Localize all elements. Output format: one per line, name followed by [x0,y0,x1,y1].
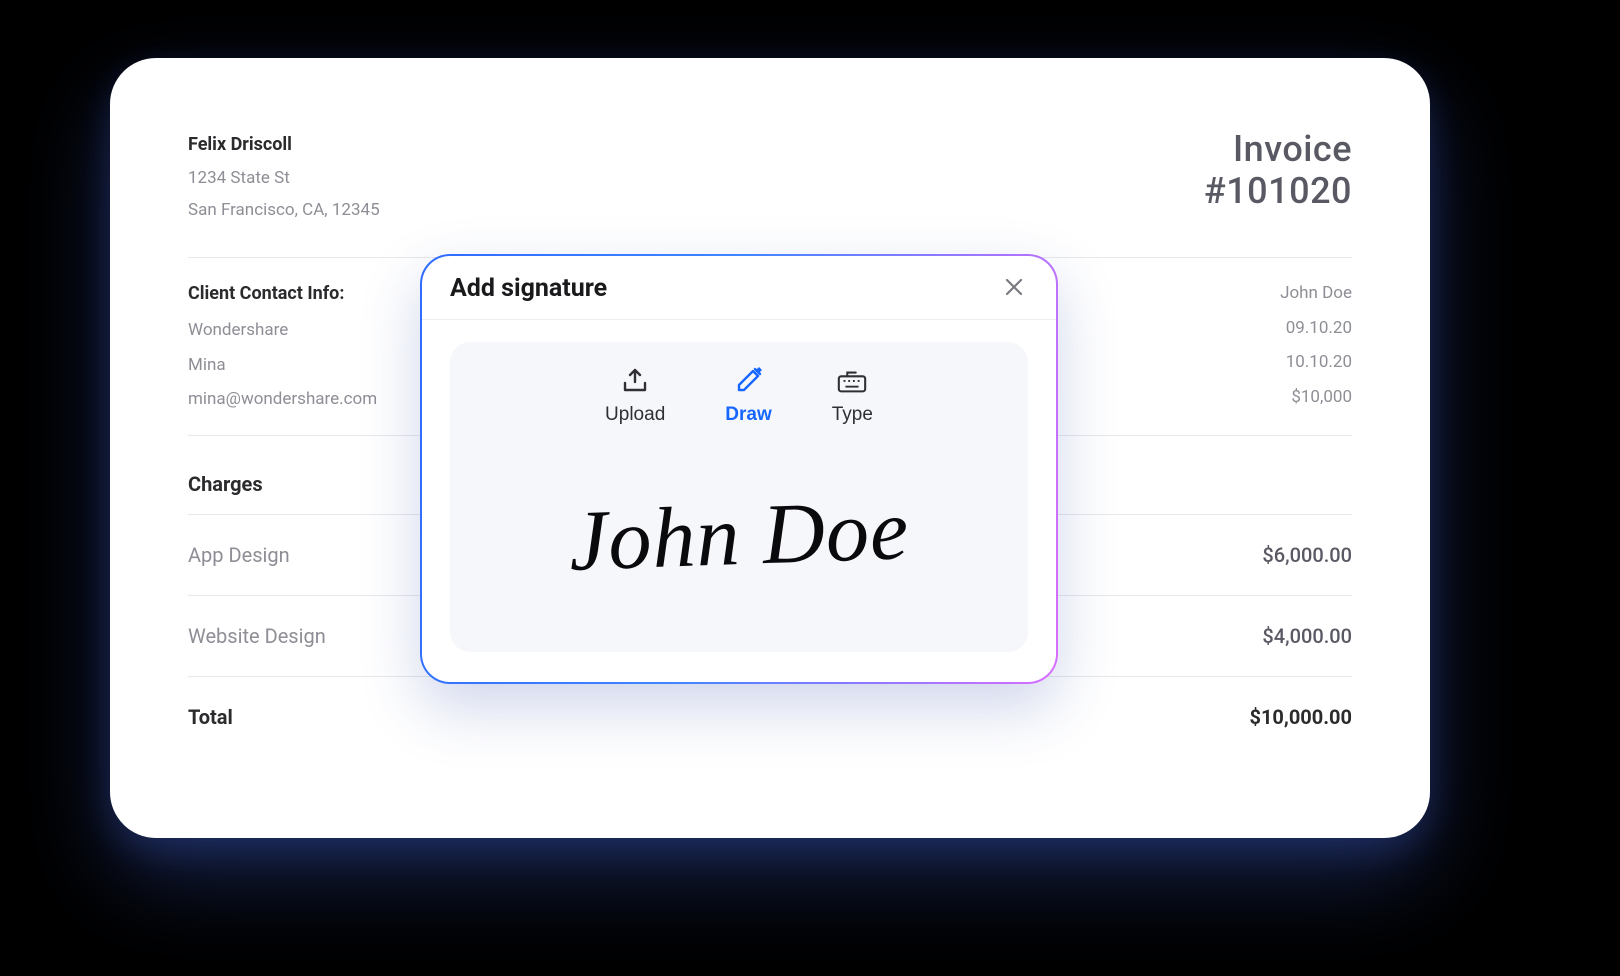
sender-address-1: 1234 State St [188,162,380,194]
signature-canvas[interactable]: John Doe [471,427,1008,643]
upload-icon [619,366,651,396]
modal-header: Add signature [422,256,1056,320]
tab-upload[interactable]: Upload [605,366,665,426]
close-button[interactable] [1000,275,1028,303]
total-value: $10,000.00 [1249,705,1352,729]
sender-name: Felix Driscoll [188,128,380,162]
signature-tabs: Upload Draw [605,366,873,426]
signature-modal: Add signature Upl [420,254,1058,684]
meta-date-due: 10.10.20 [1280,345,1352,380]
modal-title: Add signature [450,274,607,303]
charge-label: Website Design [188,624,326,648]
charge-value: $4,000.00 [1262,624,1352,648]
meta-amount: $10,000 [1280,380,1352,415]
meta-name: John Doe [1280,276,1352,311]
signature-modal-inner: Add signature Upl [422,256,1056,682]
client-company: Wondershare [188,313,377,348]
draw-icon [733,366,765,396]
client-contact-name: Mina [188,348,377,383]
modal-body: Upload Draw [422,320,1056,682]
total-label: Total [188,705,233,729]
invoice-meta-block: John Doe 09.10.20 10.10.20 $10,000 [1280,276,1352,415]
keyboard-icon [836,366,868,396]
tab-type[interactable]: Type [832,366,873,426]
client-block: Client Contact Info: Wondershare Mina mi… [188,276,377,417]
client-contact-title: Client Contact Info: [188,276,377,313]
invoice-number: #101020 [1204,170,1352,212]
tab-type-label: Type [832,404,873,426]
total-row: Total $10,000.00 [188,676,1352,757]
charge-label: App Design [188,543,290,567]
invoice-label: Invoice [1204,128,1352,170]
tab-draw-label: Draw [725,404,771,426]
tab-upload-label: Upload [605,404,665,426]
sender-block: Felix Driscoll 1234 State St San Francis… [188,128,380,227]
tab-draw[interactable]: Draw [725,366,771,426]
close-icon [1004,277,1024,300]
signature-panel: Upload Draw [450,342,1028,652]
client-email: mina@wondershare.com [188,382,377,417]
charge-value: $6,000.00 [1262,543,1352,567]
invoice-title-block: Invoice #101020 [1204,128,1352,212]
invoice-header: Felix Driscoll 1234 State St San Francis… [188,128,1352,227]
meta-date-issued: 09.10.20 [1280,311,1352,346]
sender-address-2: San Francisco, CA, 12345 [188,194,380,226]
